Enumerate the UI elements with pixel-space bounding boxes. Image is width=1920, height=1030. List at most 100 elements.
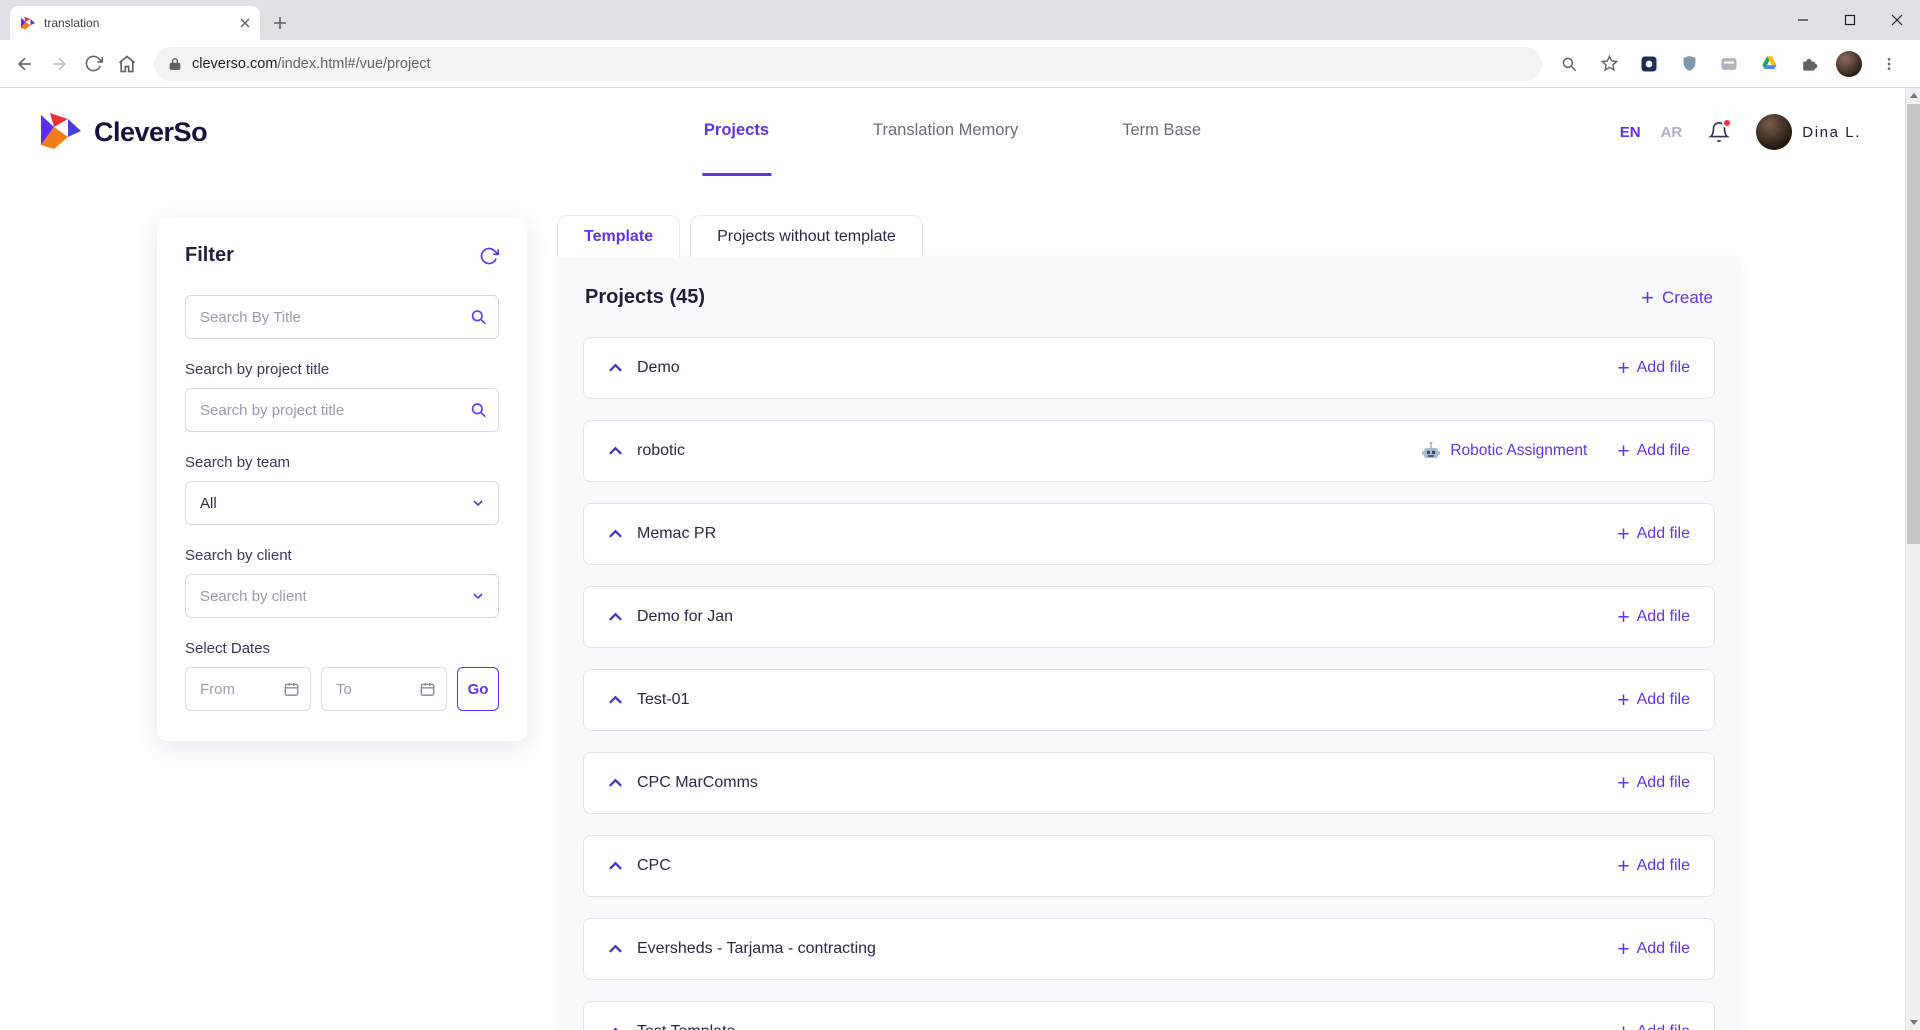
- scroll-down-arrow[interactable]: [1906, 1015, 1920, 1030]
- collapse-chevron-icon[interactable]: [608, 861, 623, 871]
- favicon: [20, 16, 36, 31]
- tab-title: translation: [44, 16, 100, 30]
- add-file-label: Add file: [1636, 608, 1690, 625]
- add-file-label: Add file: [1636, 525, 1690, 542]
- nav-translation-memory[interactable]: Translation Memory: [871, 88, 1020, 176]
- lock-icon[interactable]: [168, 56, 182, 72]
- nav-term-base[interactable]: Term Base: [1120, 88, 1203, 176]
- search-by-project-title-input[interactable]: [185, 388, 499, 432]
- project-row: Test Template + Add file: [583, 1001, 1715, 1030]
- browser-toolbar: cleverso.com/index.html#/vue/project: [0, 40, 1920, 88]
- notifications-bell-icon[interactable]: [1708, 118, 1733, 143]
- browser-tab[interactable]: translation: [10, 6, 260, 40]
- scroll-up-arrow[interactable]: [1906, 88, 1920, 103]
- search-icon[interactable]: [469, 308, 488, 327]
- lang-ar-button[interactable]: AR: [1661, 124, 1683, 141]
- add-file-label: Add file: [1636, 359, 1690, 376]
- tab-close-icon[interactable]: [240, 18, 250, 28]
- user-name: Dina L.: [1802, 123, 1861, 141]
- bookmark-star-icon[interactable]: [1592, 47, 1626, 81]
- plus-icon: +: [1641, 284, 1654, 310]
- go-button[interactable]: Go: [457, 667, 499, 711]
- add-file-label: Add file: [1636, 774, 1690, 791]
- project-row: Test-01 + Add file: [583, 669, 1715, 731]
- collapse-chevron-icon[interactable]: [608, 695, 623, 705]
- maximize-button[interactable]: [1826, 0, 1873, 40]
- team-select-value: All: [200, 494, 217, 512]
- add-file-button[interactable]: + Add file: [1617, 441, 1690, 462]
- add-file-label: Add file: [1637, 1023, 1690, 1030]
- team-select[interactable]: All: [185, 481, 499, 525]
- minimize-button[interactable]: [1779, 0, 1826, 40]
- add-file-button[interactable]: + Add file: [1617, 773, 1690, 794]
- tab-projects-without-template[interactable]: Projects without template: [690, 215, 923, 257]
- project-row: Demo + Add file: [583, 337, 1715, 399]
- add-file-button[interactable]: + Add file: [1617, 358, 1690, 379]
- add-file-button[interactable]: + Add file: [1617, 856, 1690, 877]
- new-tab-button[interactable]: [266, 9, 294, 37]
- add-file-button[interactable]: + Add file: [1617, 939, 1690, 960]
- browser-window: translation cleverso.com/index.html#/vue…: [0, 0, 1920, 1030]
- extension-icon-2[interactable]: [1712, 47, 1746, 81]
- brand-name: CleverSo: [94, 116, 208, 147]
- project-name: CPC: [637, 857, 671, 874]
- project-row: Memac PR + Add file: [583, 503, 1715, 565]
- dates-label: Select Dates: [185, 640, 271, 657]
- shield-icon[interactable]: [1672, 47, 1706, 81]
- project-name: Demo for Jan: [637, 608, 734, 625]
- project-row: Eversheds - Tarjama - contracting + Add f…: [583, 918, 1715, 980]
- add-file-button[interactable]: + Add file: [1617, 524, 1690, 545]
- collapse-chevron-icon[interactable]: [608, 363, 623, 373]
- browser-tab-strip: translation: [0, 0, 1920, 40]
- forward-icon[interactable]: [42, 47, 76, 81]
- search-icon[interactable]: [469, 401, 488, 420]
- robot-icon: [1420, 440, 1442, 462]
- plus-icon: +: [1617, 688, 1630, 712]
- plus-icon: +: [1617, 356, 1630, 380]
- zoom-icon[interactable]: [1552, 47, 1586, 81]
- add-file-button[interactable]: + Add file: [1617, 1022, 1690, 1030]
- user-menu[interactable]: Dina L.: [1756, 114, 1861, 150]
- plus-icon: +: [1617, 937, 1630, 961]
- project-name: Eversheds - Tarjama - contracting: [637, 940, 876, 957]
- calendar-icon[interactable]: [283, 681, 300, 698]
- add-file-label: Add file: [1636, 857, 1690, 874]
- add-file-button[interactable]: + Add file: [1617, 690, 1690, 711]
- project-name: Demo: [637, 359, 680, 376]
- nav-projects[interactable]: Projects: [701, 88, 772, 176]
- reset-filters-icon[interactable]: [479, 246, 499, 266]
- lang-en-button[interactable]: EN: [1620, 124, 1641, 141]
- tab-template[interactable]: Template: [557, 215, 681, 257]
- extension-icon-1[interactable]: [1632, 47, 1666, 81]
- collapse-chevron-icon[interactable]: [608, 612, 623, 622]
- kebab-menu-icon[interactable]: [1872, 47, 1906, 81]
- notification-dot: [1722, 118, 1733, 128]
- project-row: CPC + Add file: [583, 835, 1715, 897]
- chevron-down-icon: [470, 588, 486, 604]
- content-tabs: Template Projects without template: [557, 215, 1741, 257]
- reload-icon[interactable]: [76, 47, 110, 81]
- create-project-button[interactable]: + Create: [1641, 284, 1713, 310]
- collapse-chevron-icon[interactable]: [608, 529, 623, 539]
- browser-profile-avatar[interactable]: [1832, 47, 1866, 81]
- robotic-assignment-button[interactable]: Robotic Assignment: [1420, 440, 1587, 462]
- collapse-chevron-icon[interactable]: [608, 778, 623, 788]
- drive-icon[interactable]: [1752, 47, 1786, 81]
- calendar-icon[interactable]: [419, 681, 436, 698]
- robotic-assignment-label: Robotic Assignment: [1450, 442, 1588, 459]
- add-file-label: Add file: [1636, 940, 1690, 957]
- url-bar[interactable]: cleverso.com/index.html#/vue/project: [154, 46, 1542, 81]
- project-row: Demo for Jan + Add file: [583, 586, 1715, 648]
- add-file-button[interactable]: + Add file: [1617, 607, 1690, 628]
- close-window-button[interactable]: [1873, 0, 1920, 40]
- extensions-puzzle-icon[interactable]: [1792, 47, 1826, 81]
- scrollbar-thumb[interactable]: [1907, 104, 1920, 544]
- brand-logo[interactable]: CleverSo: [38, 111, 208, 153]
- client-select[interactable]: Search by client: [185, 574, 499, 618]
- collapse-chevron-icon[interactable]: [608, 944, 623, 954]
- back-icon[interactable]: [8, 47, 42, 81]
- collapse-chevron-icon[interactable]: [608, 446, 623, 456]
- search-by-title-input[interactable]: [185, 295, 499, 339]
- home-icon[interactable]: [110, 47, 144, 81]
- page-scrollbar[interactable]: [1905, 88, 1920, 1030]
